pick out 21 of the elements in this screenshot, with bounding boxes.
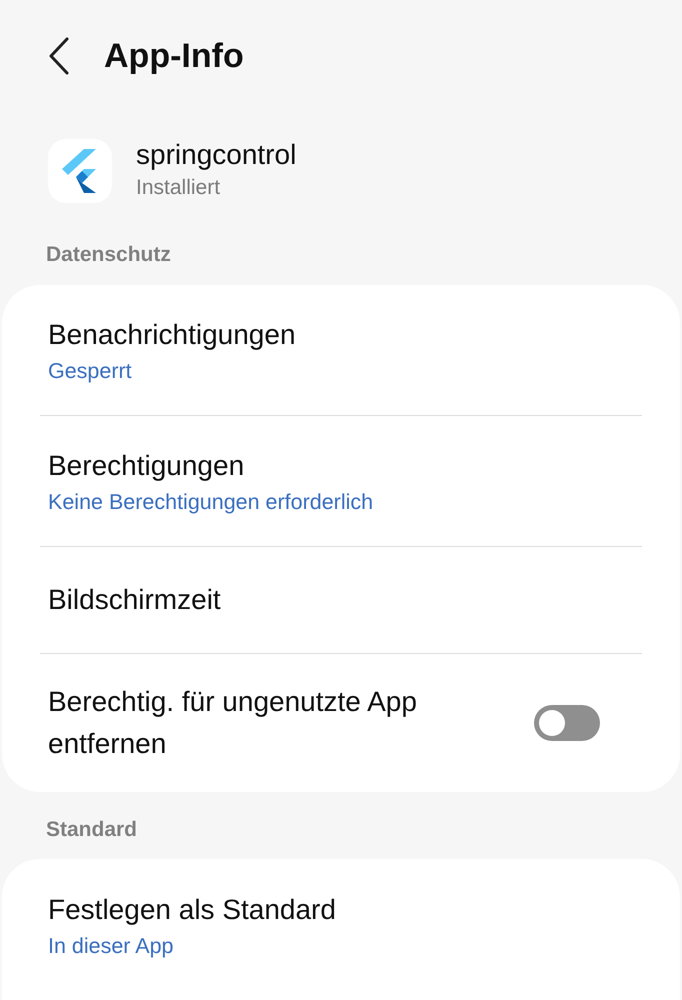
setting-row[interactable]: Berechtigungen Keine Berechtigungen erforderlich (40, 416, 642, 547)
app-name: springcontrol (136, 138, 296, 172)
setting-title: Benachrichtigungen (48, 318, 297, 352)
setting-row[interactable]: Bildschirmzeit (40, 546, 642, 654)
setting-title: Berechtig. für ungenutzte App entfernen (48, 684, 418, 761)
setting-value: In dieser App (48, 932, 175, 960)
setting-row[interactable]: Berechtig. für ungenutzte App entfernen (40, 654, 642, 792)
install-status: Installiert (136, 174, 222, 201)
toggle-switch[interactable] (534, 704, 600, 741)
setting-row[interactable]: Benachrichtigungen Gesperrt (40, 284, 642, 416)
section-header: Datenschutz (45, 242, 172, 268)
section-header: Standard (45, 816, 138, 843)
setting-title: Berechtigungen (48, 448, 246, 483)
setting-row[interactable]: Festlegen als Standard In dieser App (40, 859, 642, 990)
setting-value: Gesperrt (48, 358, 133, 385)
setting-value: Keine Berechtigungen erforderlich (48, 488, 374, 516)
setting-title: Festlegen als Standard (48, 892, 337, 927)
setting-title: Bildschirmzeit (48, 582, 222, 617)
app-icon (48, 138, 112, 203)
page-title: App-Info (104, 36, 244, 76)
back-icon (48, 37, 70, 75)
